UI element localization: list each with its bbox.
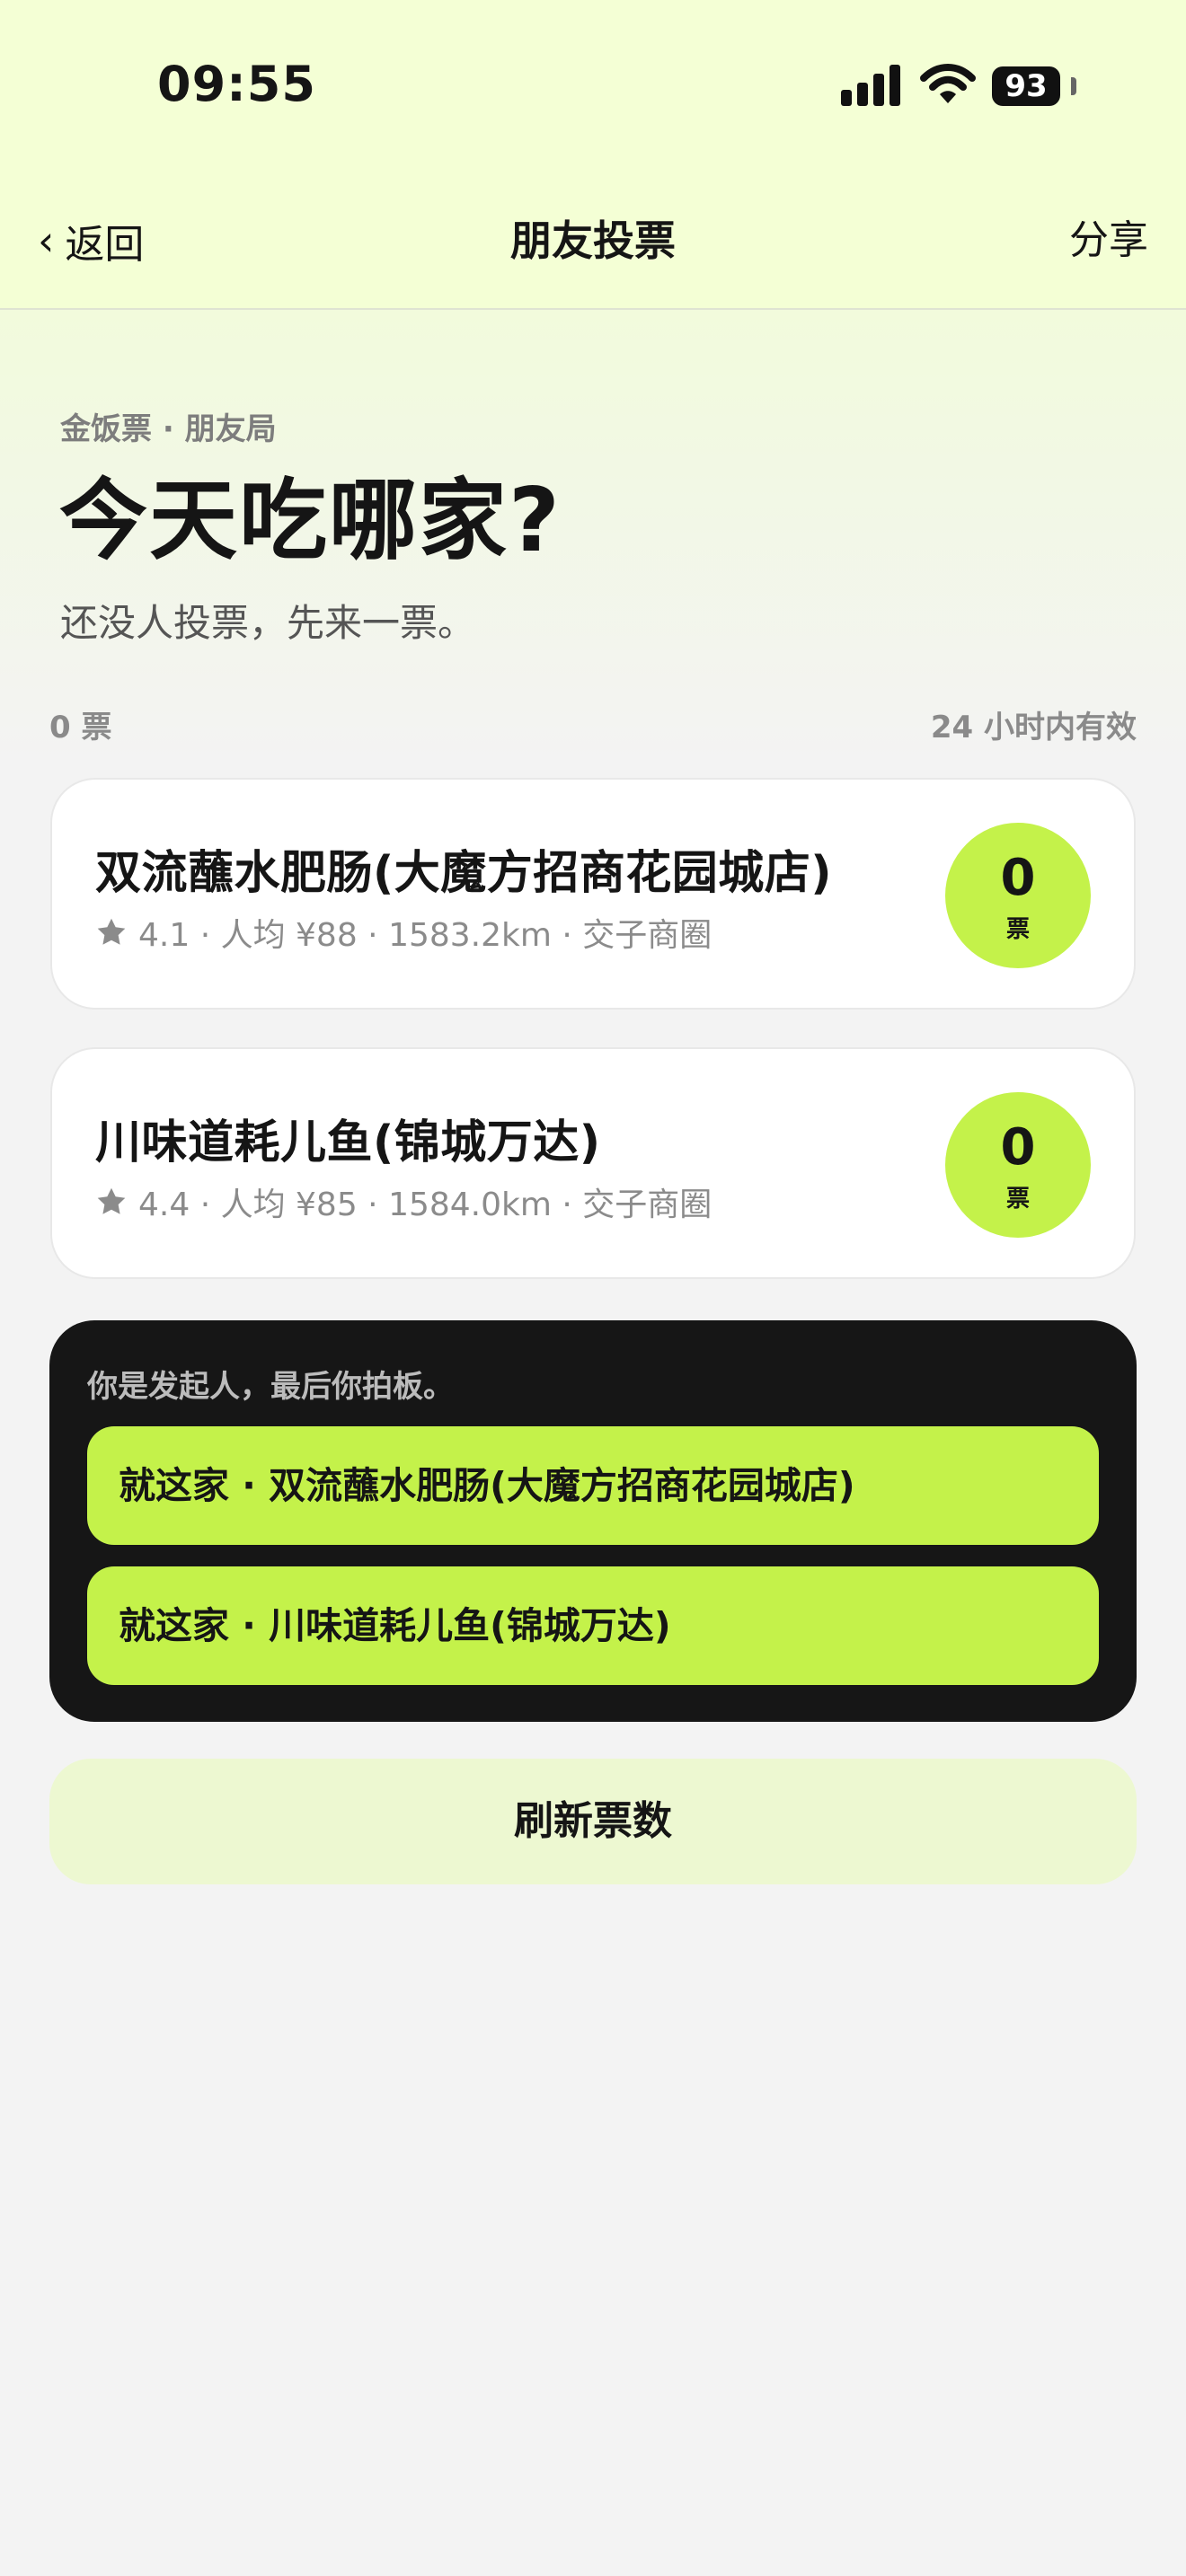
total-votes: 0 票 <box>49 710 112 745</box>
battery-level: 93 <box>1005 68 1048 104</box>
back-button[interactable]: ‹ 返回 <box>38 214 144 268</box>
restaurant-name: 双流蘸水肥肠(大魔方招商花园城店) <box>95 847 833 900</box>
restaurant-meta-text: 4.4 · 人均 ¥85 · 1584.0km · 交子商圈 <box>138 1187 712 1223</box>
poll-eyebrow: 金饭票 · 朋友局 <box>60 411 277 447</box>
vote-badge[interactable]: 0 票 <box>945 823 1091 968</box>
restaurant-card[interactable]: 川味道耗儿鱼(锦城万达) 4.4 · 人均 ¥85 · 1584.0km · 交… <box>50 1047 1136 1279</box>
vote-count: 0 <box>1000 1118 1036 1177</box>
star-icon <box>97 918 126 945</box>
status-time: 09:55 <box>157 56 316 112</box>
choose-restaurant-button[interactable]: 就这家 · 双流蘸水肥肠(大魔方招商花园城店) <box>87 1426 1099 1545</box>
validity-label: 24 小时内有效 <box>930 710 1137 745</box>
restaurant-meta: 4.4 · 人均 ¥85 · 1584.0km · 交子商圈 <box>95 1178 712 1225</box>
organizer-note: 你是发起人，最后你拍板。 <box>87 1369 454 1405</box>
choose-restaurant-button[interactable]: 就这家 · 川味道耗儿鱼(锦城万达) <box>87 1566 1099 1685</box>
refresh-votes-button[interactable]: 刷新票数 <box>49 1759 1137 1884</box>
cellular-signal-icon <box>841 65 902 106</box>
restaurant-meta-text: 4.1 · 人均 ¥88 · 1583.2km · 交子商圈 <box>138 917 712 954</box>
chevron-left-icon: ‹ <box>38 216 55 265</box>
wifi-icon <box>920 64 976 103</box>
vote-badge[interactable]: 0 票 <box>945 1092 1091 1238</box>
poll-title: 今天吃哪家? <box>59 470 562 572</box>
vote-unit: 票 <box>1005 916 1030 943</box>
vote-count: 0 <box>1000 849 1036 907</box>
share-button[interactable]: 分享 <box>1069 214 1148 268</box>
battery-icon: 93 <box>992 66 1060 106</box>
back-label: 返回 <box>65 222 145 268</box>
poll-subtitle: 还没人投票，先来一票。 <box>60 601 476 645</box>
restaurant-meta: 4.1 · 人均 ¥88 · 1583.2km · 交子商圈 <box>95 909 712 956</box>
poll-summary-row: 0 票 24 小时内有效 <box>49 702 1137 746</box>
top-header-background <box>0 0 1186 310</box>
star-icon <box>97 1187 126 1214</box>
restaurant-card[interactable]: 双流蘸水肥肠(大魔方招商花园城店) 4.1 · 人均 ¥88 · 1583.2k… <box>50 778 1136 1010</box>
battery-tip-icon <box>1071 77 1076 95</box>
decision-panel: 你是发起人，最后你拍板。 就这家 · 双流蘸水肥肠(大魔方招商花园城店) 就这家… <box>49 1320 1137 1722</box>
restaurant-name: 川味道耗儿鱼(锦城万达) <box>95 1116 601 1169</box>
vote-unit: 票 <box>1005 1186 1030 1213</box>
